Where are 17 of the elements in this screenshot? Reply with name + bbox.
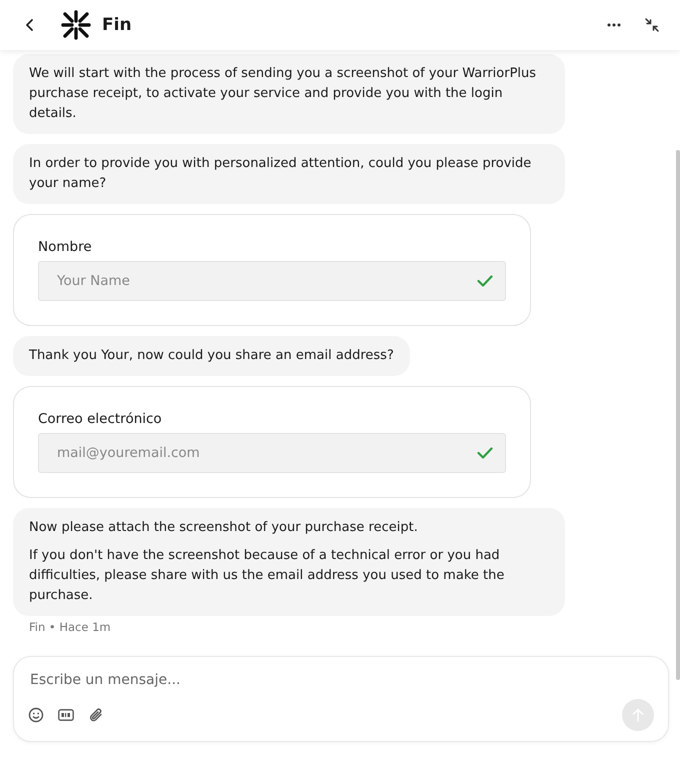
gif-icon[interactable] [58, 709, 74, 721]
more-icon [607, 23, 621, 27]
field-label: Correo electrónico [38, 411, 163, 427]
message-meta: Fin • Hace 1m [29, 620, 111, 634]
message-text: We will start with the process of sending you a screenshot of your WarriorPlus purchase receipt, to activate your service and provide you with the login details. [29, 65, 538, 123]
message-text: If you don't have the screenshot because of a technical error or you had difficulties, please share with us the email address you used to make the purchase. [29, 547, 506, 605]
field-label: Nombre [38, 239, 93, 255]
chat-title: Fin [102, 15, 132, 35]
logo-icon [60, 9, 92, 41]
emoji-icon[interactable] [28, 707, 44, 723]
scrollbar[interactable] [676, 150, 680, 680]
message-text: Thank you Your, now could you share an email address? [29, 347, 394, 365]
paperclip-icon[interactable] [88, 707, 104, 723]
message-text: In order to provide you with personalized attention, could you please provide your name? [29, 155, 532, 193]
message-composer[interactable]: Escribe un mensaje... [13, 656, 669, 742]
collapse-icon [644, 17, 660, 33]
message-text: Now please attach the screenshot of your purchase receipt. [29, 519, 419, 537]
